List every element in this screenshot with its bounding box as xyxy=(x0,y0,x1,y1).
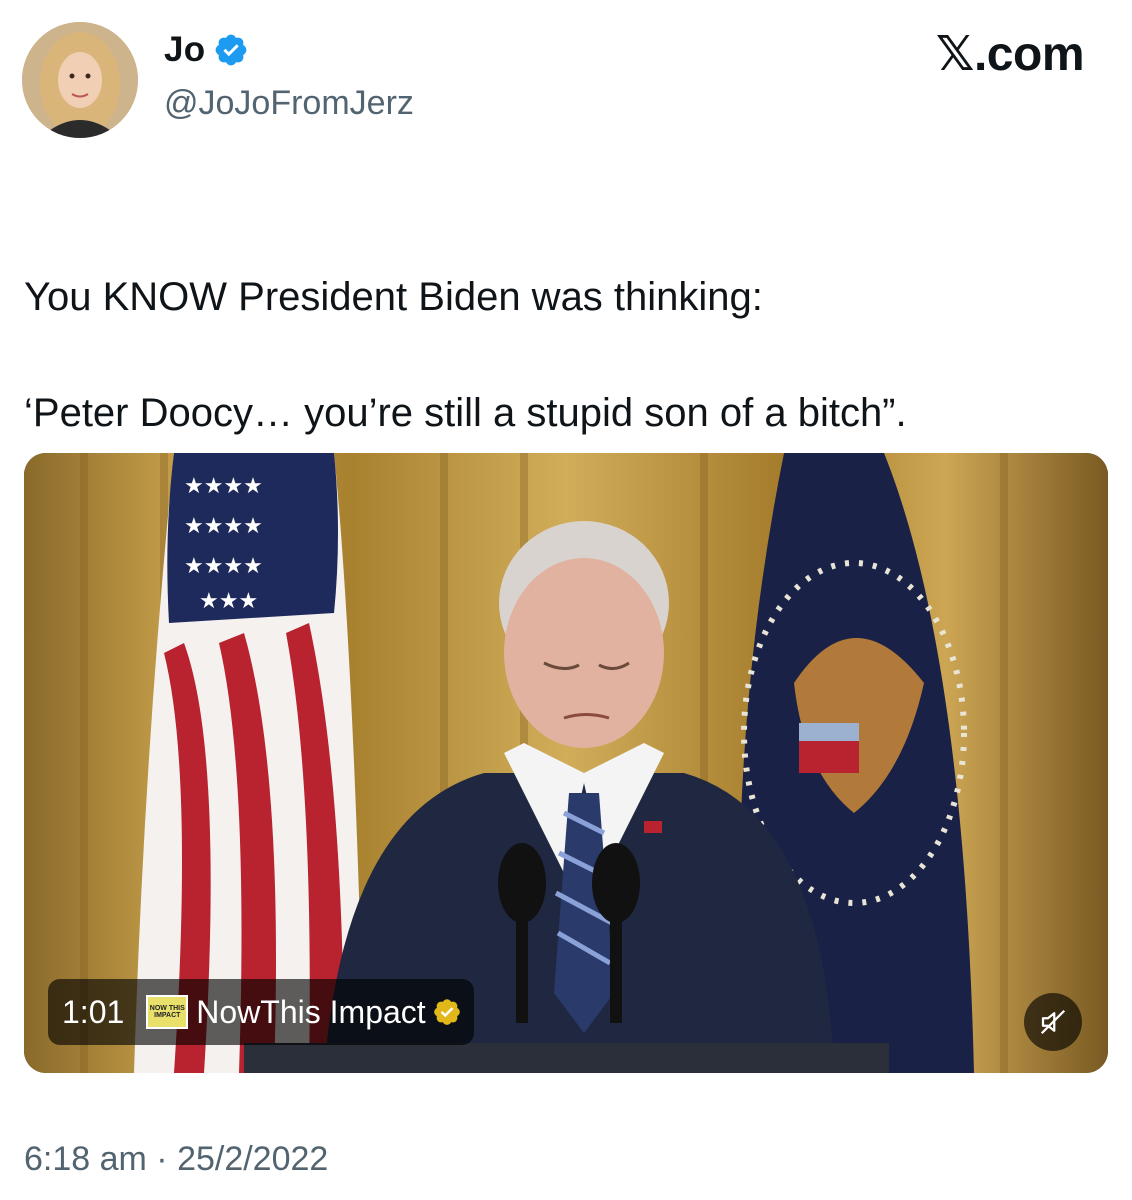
gold-verified-badge-icon xyxy=(433,999,460,1025)
svg-text:★★★★: ★★★★ xyxy=(184,474,263,499)
verified-badge-icon[interactable] xyxy=(213,32,249,68)
muted-speaker-icon xyxy=(1040,1009,1066,1035)
tweet-text-line-2: ‘Peter Doocy… you’re still a stupid son … xyxy=(24,391,907,435)
video-player[interactable]: ★★★★ ★★★★ ★★★★ ★★★ 1:01 NOW THIS IMPACT … xyxy=(24,453,1108,1073)
mute-button[interactable] xyxy=(1024,993,1082,1051)
svg-text:★★★★: ★★★★ xyxy=(184,514,263,539)
author-name-row[interactable]: Jo xyxy=(164,30,249,70)
svg-text:★★★★: ★★★★ xyxy=(184,554,263,579)
tweet-timestamp[interactable]: 6:18 am · 25/2/2022 xyxy=(24,1140,328,1179)
channel-name[interactable]: NowThis Impact xyxy=(196,994,425,1031)
tweet-text-line-1: You KNOW President Biden was thinking: xyxy=(24,275,763,319)
x-brand-logo: 𝕏.com xyxy=(935,28,1085,81)
svg-text:★★★: ★★★ xyxy=(199,589,258,614)
video-info-pill: 1:01 NOW THIS IMPACT NowThis Impact xyxy=(48,979,474,1045)
video-duration: 1:01 xyxy=(62,993,125,1030)
profile-photo xyxy=(22,22,138,138)
channel-logo: NOW THIS IMPACT xyxy=(146,995,189,1029)
display-name[interactable]: Jo xyxy=(164,30,205,70)
user-handle[interactable]: @JoJoFromJerz xyxy=(164,84,414,123)
avatar[interactable] xyxy=(22,22,138,138)
